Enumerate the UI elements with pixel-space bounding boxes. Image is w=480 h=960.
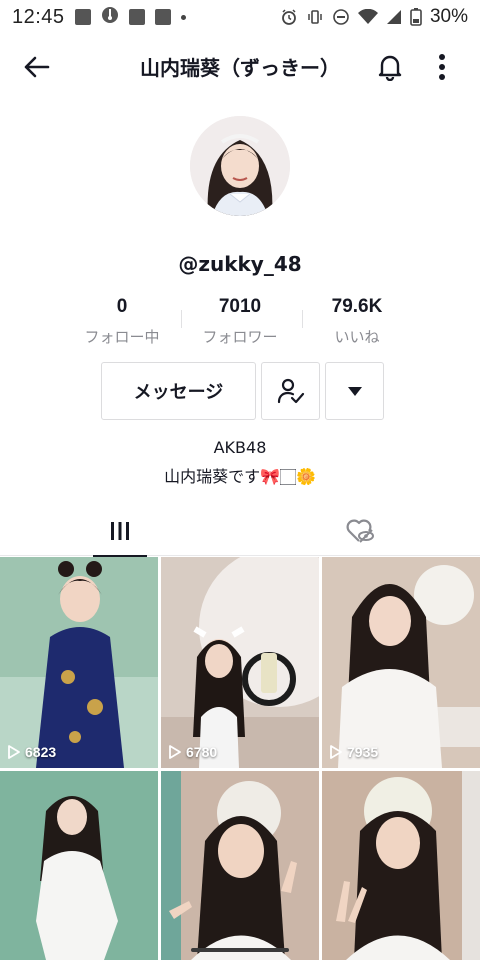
- alarm-icon: [280, 8, 298, 26]
- thermometer-icon: [101, 6, 119, 29]
- profile-stats: 0 フォロー中 7010 フォロワー 79.6K いいね: [0, 296, 480, 350]
- bio-line: AKB48: [213, 438, 267, 457]
- vibrate-icon: [306, 8, 324, 26]
- app-icon: [154, 9, 171, 25]
- bio-line: 山内瑞葵です🎀🏻🌼: [164, 467, 316, 486]
- status-time: 12:45: [12, 5, 65, 28]
- signal-icon: [386, 9, 402, 25]
- avatar[interactable]: [190, 116, 290, 216]
- video-thumbnail[interactable]: [322, 771, 480, 960]
- video-thumbnail[interactable]: 6780: [161, 557, 319, 768]
- battery-icon: [410, 8, 422, 26]
- video-thumbnail[interactable]: [161, 771, 319, 960]
- view-count-text: 7935: [347, 744, 379, 760]
- following-stat[interactable]: 0 フォロー中: [62, 296, 182, 347]
- tab-videos[interactable]: [0, 506, 240, 557]
- caret-down-icon: [347, 386, 362, 396]
- following-count: 0: [116, 296, 128, 317]
- play-icon: [8, 745, 20, 759]
- tab-liked[interactable]: [240, 506, 480, 556]
- dot-icon: [180, 14, 186, 20]
- user-check-icon: [277, 378, 304, 404]
- notification-bell-button[interactable]: [370, 50, 410, 84]
- video-thumbnail[interactable]: 7935: [322, 557, 480, 768]
- view-count: 7935: [330, 744, 378, 760]
- image-icon: [74, 9, 91, 25]
- following-status-button[interactable]: [261, 362, 320, 420]
- video-thumbnail[interactable]: 6823: [0, 557, 158, 768]
- more-vertical-icon: [439, 54, 445, 80]
- username: @zukky_48: [178, 252, 302, 276]
- bell-icon: [378, 55, 402, 81]
- view-count-text: 6780: [186, 744, 218, 760]
- app-icon: [128, 9, 145, 25]
- do-not-disturb-icon: [332, 8, 350, 26]
- wifi-icon: [357, 9, 378, 25]
- video-grid: 6823 6780 7935: [0, 557, 480, 960]
- play-icon: [169, 745, 181, 759]
- suggested-accounts-button[interactable]: [325, 362, 384, 420]
- video-thumbnail[interactable]: [0, 771, 158, 960]
- battery-percent: 30%: [429, 6, 468, 27]
- liked-hidden-icon: [346, 519, 374, 543]
- profile-header: 山内瑞葵（ずっきー）: [0, 40, 480, 94]
- view-count: 6823: [8, 744, 56, 760]
- followers-stat[interactable]: 7010 フォロワー: [180, 296, 300, 347]
- status-bar: 12:45 30%: [0, 0, 480, 34]
- followers-label: フォロワー: [202, 328, 278, 346]
- message-button[interactable]: メッセージ: [101, 362, 256, 420]
- followers-count: 7010: [218, 296, 262, 317]
- likes-count: 79.6K: [331, 296, 383, 317]
- profile-tabs: [0, 506, 480, 557]
- following-label: フォロー中: [84, 328, 160, 346]
- likes-label: いいね: [334, 328, 380, 346]
- more-options-button[interactable]: [424, 50, 460, 84]
- view-count-text: 6823: [25, 744, 57, 760]
- likes-stat[interactable]: 79.6K いいね: [297, 296, 417, 347]
- view-count: 6780: [169, 744, 217, 760]
- play-icon: [330, 745, 342, 759]
- videos-grid-icon: [111, 522, 129, 540]
- home-indicator[interactable]: [191, 948, 289, 952]
